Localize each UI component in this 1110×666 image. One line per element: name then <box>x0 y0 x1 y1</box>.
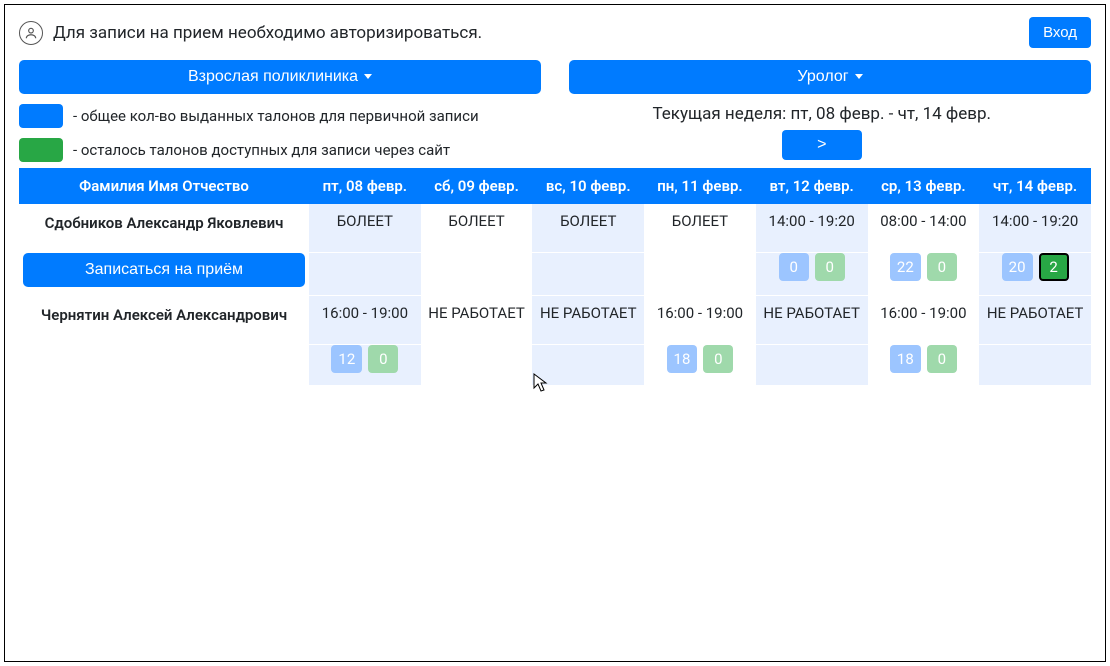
schedule-cell: НЕ РАБОТАЕТ <box>979 296 1091 345</box>
legend-total-label: - общее кол-во выданных талонов для перв… <box>73 107 479 125</box>
total-pill: 20 <box>1002 253 1033 281</box>
slots-cell: 120 <box>309 345 421 386</box>
cell-text: НЕ РАБОТАЕТ <box>760 304 864 322</box>
total-pill: 0 <box>779 253 809 281</box>
legend-available: - осталось талонов доступных для записи … <box>19 138 479 162</box>
doctor-name: Сдобников Александр Яковлевич <box>19 204 309 253</box>
schedule-cell: НЕ РАБОТАЕТ <box>532 296 644 345</box>
schedule-cell: 16:00 - 19:00 <box>868 296 980 345</box>
slots-cell <box>421 345 533 386</box>
user-icon <box>19 21 43 45</box>
available-pill: 0 <box>368 345 398 373</box>
slots-cell <box>532 253 644 296</box>
caret-down-icon <box>855 74 863 79</box>
cell-text: 14:00 - 19:20 <box>983 212 1087 230</box>
clinic-dropdown[interactable]: Взрослая поликлиника <box>19 60 541 94</box>
available-pill[interactable]: 2 <box>1039 253 1069 281</box>
slots-cell: 202 <box>979 253 1091 296</box>
total-pill: 18 <box>667 345 698 373</box>
doctor-name: Чернятин Алексей Александрович <box>19 296 309 345</box>
slots-cell <box>756 345 868 386</box>
cell-text: НЕ РАБОТАЕТ <box>425 304 529 322</box>
column-header-day: вс, 10 февр. <box>532 168 644 204</box>
slots-cell <box>532 345 644 386</box>
available-pill: 0 <box>815 253 845 281</box>
column-header-name: Фамилия Имя Отчество <box>19 168 309 204</box>
schedule-cell: 14:00 - 19:20 <box>756 204 868 253</box>
total-pill: 22 <box>890 253 921 281</box>
column-header-day: чт, 14 февр. <box>979 168 1091 204</box>
specialty-dropdown-label: Уролог <box>797 68 848 85</box>
clinic-dropdown-label: Взрослая поликлиника <box>188 68 358 85</box>
slots-cell <box>644 253 756 296</box>
cell-text: 16:00 - 19:00 <box>313 304 417 322</box>
auth-notice: Для записи на прием необходимо авторизир… <box>53 23 1019 43</box>
schedule-cell: 16:00 - 19:00 <box>644 296 756 345</box>
cell-text: БОЛЕЕТ <box>648 212 752 230</box>
cell-text: 08:00 - 14:00 <box>872 212 976 230</box>
caret-down-icon <box>364 74 372 79</box>
schedule-cell: 08:00 - 14:00 <box>868 204 980 253</box>
schedule-cell: БОЛЕЕТ <box>309 204 421 253</box>
schedule-cell: БОЛЕЕТ <box>532 204 644 253</box>
cell-text: НЕ РАБОТАЕТ <box>983 304 1087 322</box>
login-button[interactable]: Вход <box>1029 17 1091 48</box>
slots-cell: 180 <box>868 345 980 386</box>
current-week-label: Текущая неделя: пт, 08 февр. - чт, 14 фе… <box>652 104 991 124</box>
schedule-table: Фамилия Имя Отчество пт, 08 февр.сб, 09 … <box>19 168 1091 386</box>
schedule-cell: НЕ РАБОТАЕТ <box>756 296 868 345</box>
swatch-green-icon <box>19 138 63 162</box>
available-pill: 0 <box>927 345 957 373</box>
cell-text: БОЛЕЕТ <box>313 212 417 230</box>
specialty-dropdown[interactable]: Уролог <box>569 60 1091 94</box>
slots-cell <box>309 253 421 296</box>
available-pill: 0 <box>927 253 957 281</box>
schedule-cell: 16:00 - 19:00 <box>309 296 421 345</box>
next-week-button[interactable]: > <box>782 130 862 160</box>
column-header-day: сб, 09 февр. <box>421 168 533 204</box>
legend-available-label: - осталось талонов доступных для записи … <box>73 141 450 159</box>
schedule-cell: БОЛЕЕТ <box>644 204 756 253</box>
slots-cell <box>421 253 533 296</box>
column-header-day: вт, 12 февр. <box>756 168 868 204</box>
column-header-day: ср, 13 февр. <box>868 168 980 204</box>
swatch-blue-icon <box>19 104 63 128</box>
cell-text: БОЛЕЕТ <box>536 212 640 230</box>
column-header-day: пт, 08 февр. <box>309 168 421 204</box>
cell-text: 14:00 - 19:20 <box>760 212 864 230</box>
column-header-day: пн, 11 февр. <box>644 168 756 204</box>
slots-cell: 220 <box>868 253 980 296</box>
book-appointment-button[interactable]: Записаться на приём <box>23 253 305 287</box>
available-pill: 0 <box>703 345 733 373</box>
schedule-cell: БОЛЕЕТ <box>421 204 533 253</box>
cell-text: БОЛЕЕТ <box>425 212 529 230</box>
slots-cell <box>979 345 1091 386</box>
cell-text: 16:00 - 19:00 <box>872 304 976 322</box>
total-pill: 12 <box>331 345 362 373</box>
schedule-cell: 14:00 - 19:20 <box>979 204 1091 253</box>
slots-cell: 00 <box>756 253 868 296</box>
legend-total: - общее кол-во выданных талонов для перв… <box>19 104 479 128</box>
cell-text: 16:00 - 19:00 <box>648 304 752 322</box>
total-pill: 18 <box>890 345 921 373</box>
slots-cell: 180 <box>644 345 756 386</box>
schedule-cell: НЕ РАБОТАЕТ <box>421 296 533 345</box>
cell-text: НЕ РАБОТАЕТ <box>536 304 640 322</box>
